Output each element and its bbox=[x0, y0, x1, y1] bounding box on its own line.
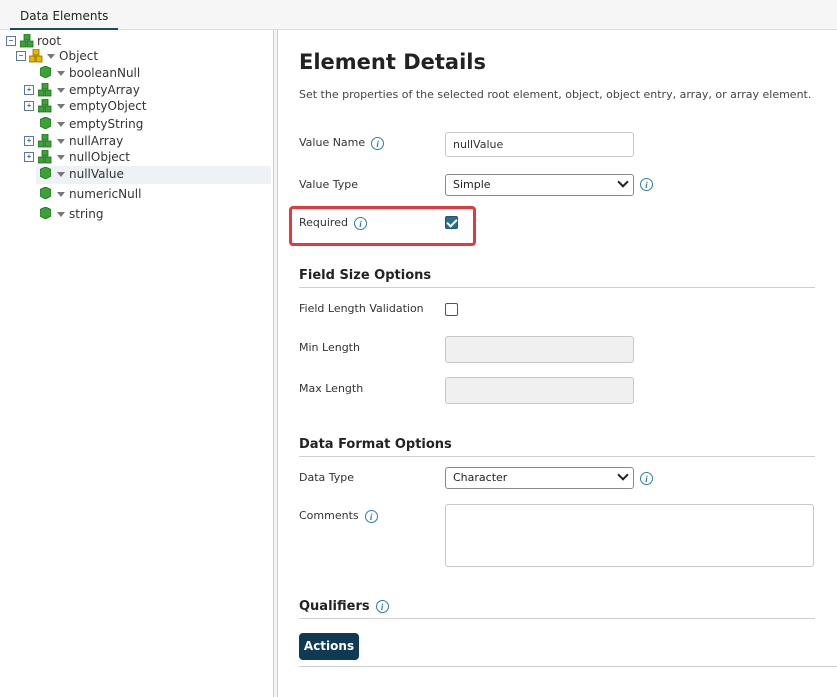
tree-node-label: numericNull bbox=[69, 187, 142, 201]
collapse-icon[interactable]: − bbox=[6, 36, 16, 46]
panel-splitter[interactable] bbox=[273, 30, 278, 697]
cube-group-icon bbox=[38, 83, 52, 97]
tree-node-object[interactable]: − Object bbox=[16, 48, 166, 66]
cube-group-icon bbox=[38, 134, 52, 148]
cube-icon bbox=[40, 66, 51, 78]
info-icon[interactable]: i bbox=[364, 509, 378, 523]
info-icon[interactable]: i bbox=[353, 216, 367, 230]
tree-node-label: root bbox=[37, 34, 62, 48]
tree-node-label: booleanNull bbox=[69, 66, 141, 80]
data-type-label: Data Type bbox=[299, 471, 355, 484]
info-icon[interactable]: i bbox=[640, 178, 653, 191]
expand-icon[interactable]: + bbox=[24, 85, 34, 95]
cube-group-icon bbox=[29, 49, 43, 63]
page-title: Element Details bbox=[299, 50, 486, 74]
max-length-label: Max Length bbox=[299, 382, 364, 395]
collapse-icon[interactable]: − bbox=[16, 51, 26, 61]
dropdown-arrow-icon[interactable] bbox=[57, 192, 65, 197]
expand-icon[interactable]: + bbox=[24, 136, 34, 146]
tree-node-nullValue[interactable]: nullValue bbox=[36, 166, 271, 184]
page-subtitle: Set the properties of the selected root … bbox=[299, 88, 812, 101]
section-divider bbox=[299, 666, 837, 667]
tree-node-label: string bbox=[69, 207, 104, 221]
tree-node-label: emptyArray bbox=[69, 83, 140, 97]
dropdown-arrow-icon[interactable] bbox=[57, 155, 65, 160]
min-length-label: Min Length bbox=[299, 341, 360, 354]
cube-icon bbox=[40, 207, 51, 219]
data-format-heading: Data Format Options bbox=[299, 437, 815, 457]
comments-label: Comments bbox=[299, 509, 359, 522]
required-row: Required i bbox=[299, 216, 367, 230]
tree-node-booleanNull[interactable]: booleanNull bbox=[40, 65, 240, 83]
value-type-selected: Simple bbox=[453, 178, 491, 191]
dropdown-arrow-icon[interactable] bbox=[57, 104, 65, 109]
tree-node-emptyObject[interactable]: + emptyObject bbox=[24, 98, 244, 116]
element-details-panel: Element Details Set the properties of th… bbox=[279, 30, 837, 697]
data-type-selected: Character bbox=[453, 471, 508, 484]
data-elements-tree: − root − Object booleanNull + emptyArray… bbox=[0, 30, 273, 697]
tree-node-label: nullObject bbox=[69, 150, 130, 164]
cube-icon bbox=[40, 187, 51, 199]
dropdown-arrow-icon[interactable] bbox=[47, 54, 55, 59]
dropdown-arrow-icon[interactable] bbox=[57, 88, 65, 93]
dropdown-arrow-icon[interactable] bbox=[57, 122, 65, 127]
chevron-down-icon bbox=[617, 469, 629, 481]
comments-row: Comments i bbox=[299, 509, 378, 523]
expand-icon[interactable]: + bbox=[24, 101, 34, 111]
value-name-label: Value Name bbox=[299, 136, 366, 149]
value-type-select[interactable]: Simple bbox=[445, 174, 634, 196]
cube-group-icon bbox=[38, 150, 52, 164]
min-length-input bbox=[445, 336, 634, 363]
qualifiers-heading-label: Qualifiers bbox=[299, 599, 370, 614]
chevron-down-icon bbox=[617, 176, 629, 188]
max-length-input bbox=[445, 377, 634, 404]
comments-textarea[interactable] bbox=[445, 504, 814, 567]
info-icon[interactable]: i bbox=[640, 472, 653, 485]
tab-bar: Data Elements bbox=[0, 0, 837, 30]
info-icon[interactable]: i bbox=[375, 600, 389, 613]
data-type-select[interactable]: Character bbox=[445, 467, 634, 489]
tree-node-label: nullValue bbox=[69, 167, 124, 181]
dropdown-arrow-icon[interactable] bbox=[57, 139, 65, 144]
dropdown-arrow-icon[interactable] bbox=[57, 71, 65, 76]
tree-node-label: emptyObject bbox=[69, 99, 147, 113]
actions-button[interactable]: Actions bbox=[299, 633, 359, 660]
cube-group-icon bbox=[38, 99, 52, 113]
value-type-label: Value Type bbox=[299, 178, 358, 191]
tree-node-numericNull[interactable]: numericNull bbox=[40, 186, 240, 204]
cube-icon bbox=[40, 167, 51, 179]
field-length-validation-checkbox[interactable] bbox=[445, 303, 458, 316]
tree-node-label: emptyString bbox=[69, 117, 144, 131]
dropdown-arrow-icon[interactable] bbox=[57, 172, 65, 177]
tab-data-elements[interactable]: Data Elements bbox=[10, 0, 119, 30]
tree-node-label: Object bbox=[59, 49, 99, 63]
field-size-heading: Field Size Options bbox=[299, 268, 815, 288]
cube-group-icon bbox=[20, 34, 34, 48]
info-icon[interactable]: i bbox=[371, 136, 385, 150]
tree-node-nullObject[interactable]: + nullObject bbox=[24, 149, 244, 167]
field-length-validation-label: Field Length Validation bbox=[299, 302, 424, 315]
dropdown-arrow-icon[interactable] bbox=[57, 212, 65, 217]
qualifiers-heading: Qualifiers i bbox=[299, 599, 815, 619]
tree-node-emptyString[interactable]: emptyString bbox=[40, 116, 240, 134]
value-name-row: Value Name i bbox=[299, 136, 385, 150]
required-checkbox[interactable] bbox=[445, 216, 458, 229]
expand-icon[interactable]: + bbox=[24, 152, 34, 162]
required-label: Required bbox=[299, 216, 348, 229]
tree-node-label: nullArray bbox=[69, 134, 124, 148]
tree-node-string[interactable]: string bbox=[40, 206, 240, 224]
value-name-input[interactable]: nullValue bbox=[445, 132, 634, 157]
cube-icon bbox=[40, 117, 51, 129]
